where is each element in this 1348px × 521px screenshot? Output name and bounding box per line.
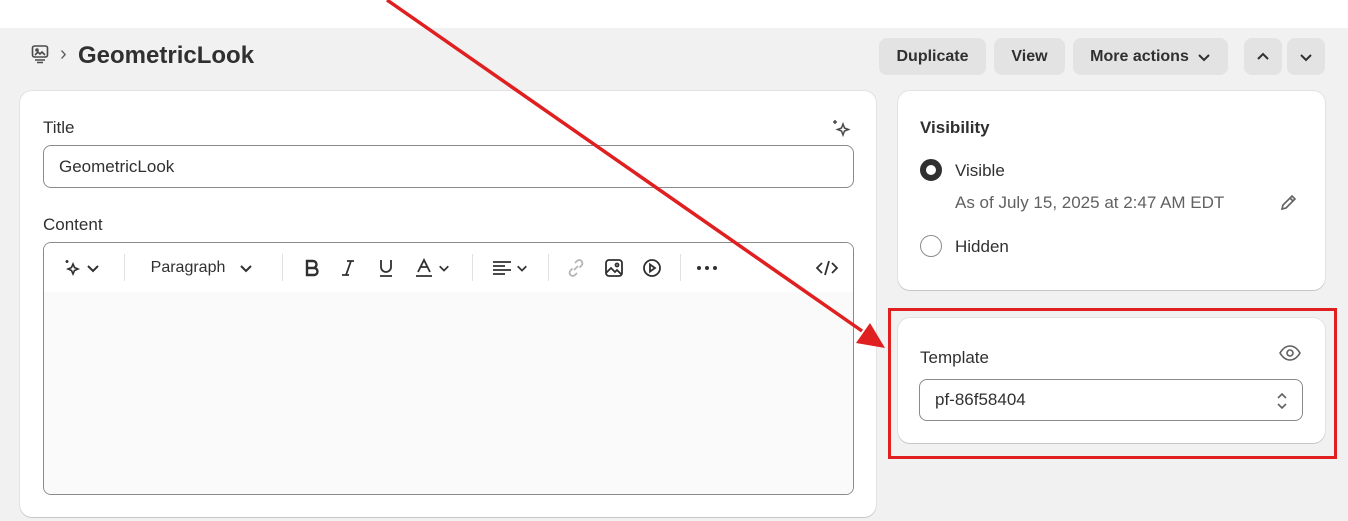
annotation-arrow: [385, 0, 885, 348]
